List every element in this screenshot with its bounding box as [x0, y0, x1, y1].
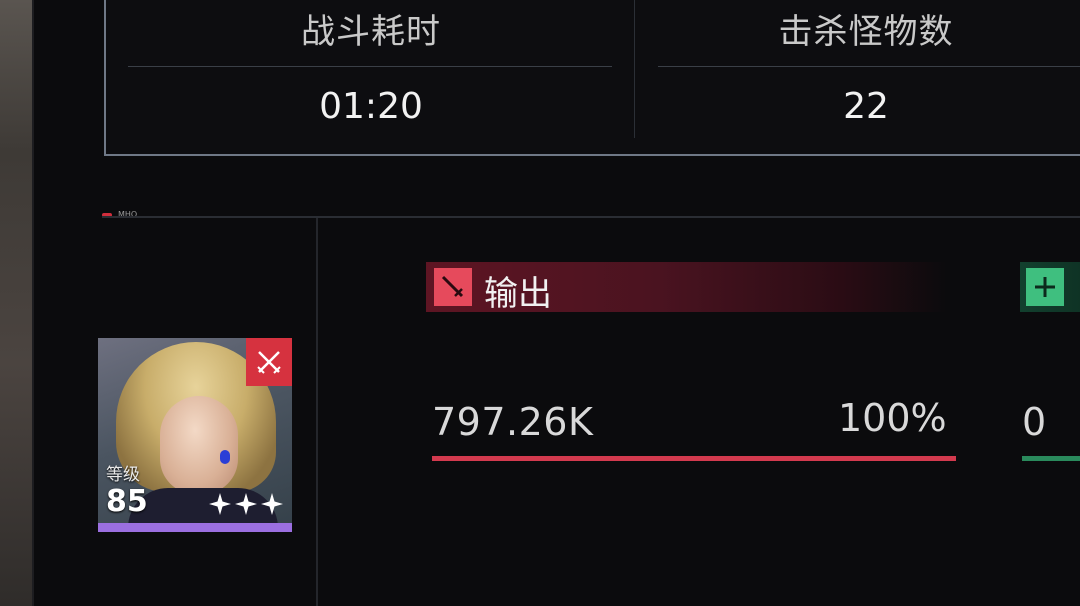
monster-kills-stat: 击杀怪物数 22	[636, 0, 1080, 152]
star-icon	[261, 493, 283, 515]
stat-divider	[128, 66, 612, 67]
output-header: 输出	[426, 262, 946, 314]
character-earring	[220, 450, 230, 464]
crossed-swords-icon	[246, 338, 292, 386]
monster-kills-label: 击杀怪物数	[778, 12, 954, 52]
character-portrait-face	[160, 396, 238, 494]
monster-kills-value: 22	[843, 86, 889, 127]
output-title: 输出	[484, 274, 552, 314]
sword-icon	[434, 268, 472, 306]
support-progress-bar	[1022, 456, 1080, 461]
character-card[interactable]: 等级 85	[98, 338, 292, 532]
output-progress-bar	[432, 456, 956, 461]
star-rating	[208, 492, 284, 516]
level-label: 等级	[106, 465, 140, 485]
level-value: 85	[106, 484, 148, 519]
section-divider	[102, 216, 1080, 218]
support-value: 0	[1022, 400, 1047, 444]
rarity-bar	[98, 523, 292, 532]
battle-stats-panel: 战斗耗时 01:20 击杀怪物数 22	[104, 0, 1080, 156]
support-header	[1020, 262, 1080, 312]
star-icon	[235, 493, 257, 515]
output-damage-value: 797.26K	[432, 400, 594, 444]
battle-duration-label: 战斗耗时	[301, 12, 441, 52]
left-border	[32, 0, 34, 606]
battle-duration-value: 01:20	[319, 86, 423, 127]
battle-duration-stat: 战斗耗时 01:20	[106, 0, 636, 152]
section-marker: MHO	[102, 204, 137, 223]
stats-column-divider	[634, 0, 635, 138]
card-column-divider	[316, 218, 318, 606]
output-damage-percent: 100%	[838, 396, 947, 440]
plus-icon	[1026, 268, 1064, 306]
stat-divider	[658, 66, 1080, 67]
star-icon	[209, 493, 231, 515]
background-scene-edge	[0, 0, 32, 606]
